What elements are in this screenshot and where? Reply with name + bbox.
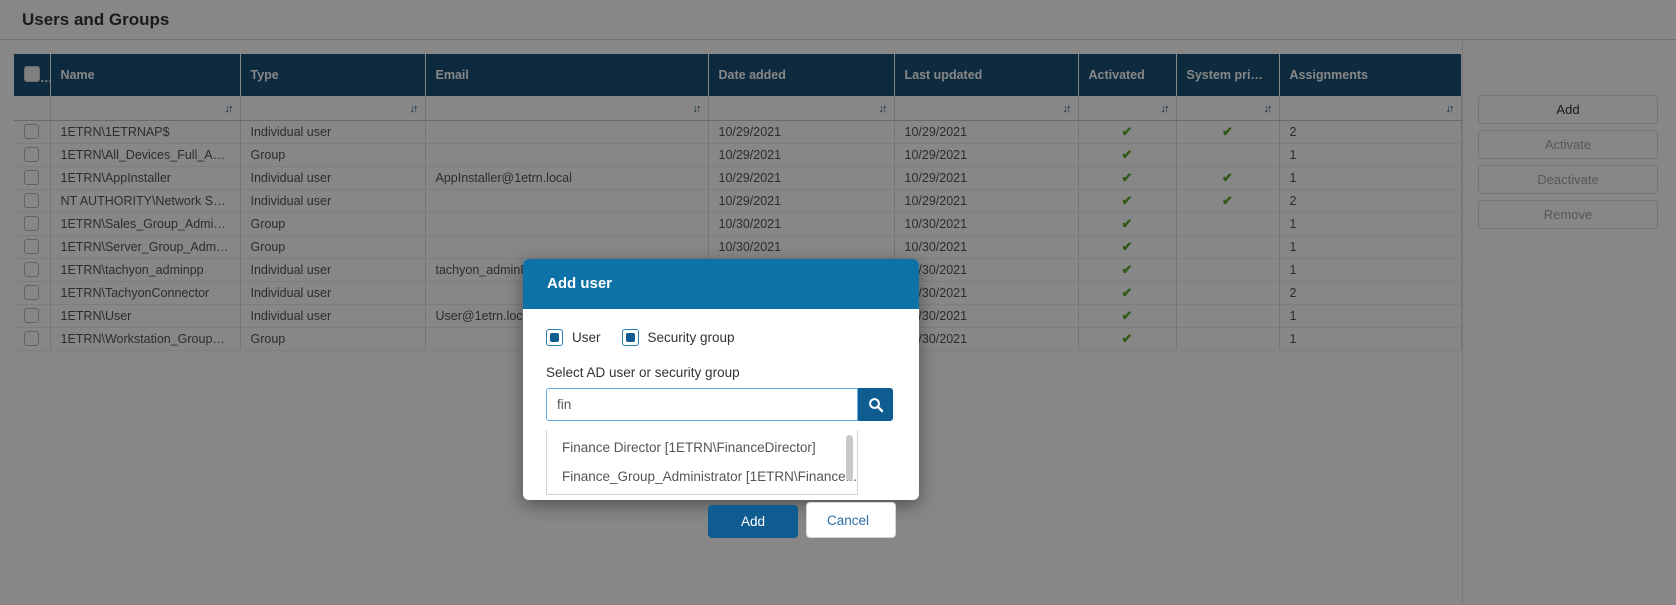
modal-body: User Security group Select AD user or sec… — [523, 309, 919, 538]
security-group-checkbox[interactable] — [621, 329, 639, 346]
search-button[interactable] — [858, 388, 893, 421]
modal-title: Add user — [523, 259, 919, 309]
select-ad-label: Select AD user or security group — [546, 365, 740, 380]
checkbox-label: Security group — [647, 330, 735, 345]
search-result-item[interactable]: Finance Director [1ETRN\FinanceDirector] — [547, 433, 857, 462]
modal-footer: Add Cancel — [523, 502, 919, 541]
type-checkbox-row: User Security group — [546, 329, 896, 346]
ad-search-input[interactable] — [546, 388, 858, 421]
add-user-modal: Add user User Security group Select AD us… — [523, 259, 919, 538]
user-checkbox[interactable] — [546, 329, 563, 346]
dropdown-scrollbar[interactable] — [846, 435, 853, 481]
search-results-dropdown: Finance Director [1ETRN\FinanceDirector]… — [546, 430, 858, 495]
search-icon — [868, 397, 883, 412]
search-input-group — [546, 388, 896, 421]
search-result-item[interactable]: Finance_Group_Administrator [1ETRN\Finan… — [547, 462, 857, 491]
modal-add-button[interactable]: Add — [708, 505, 798, 538]
checkbox-label: User — [572, 330, 601, 345]
modal-cancel-button[interactable]: Cancel — [806, 502, 896, 538]
